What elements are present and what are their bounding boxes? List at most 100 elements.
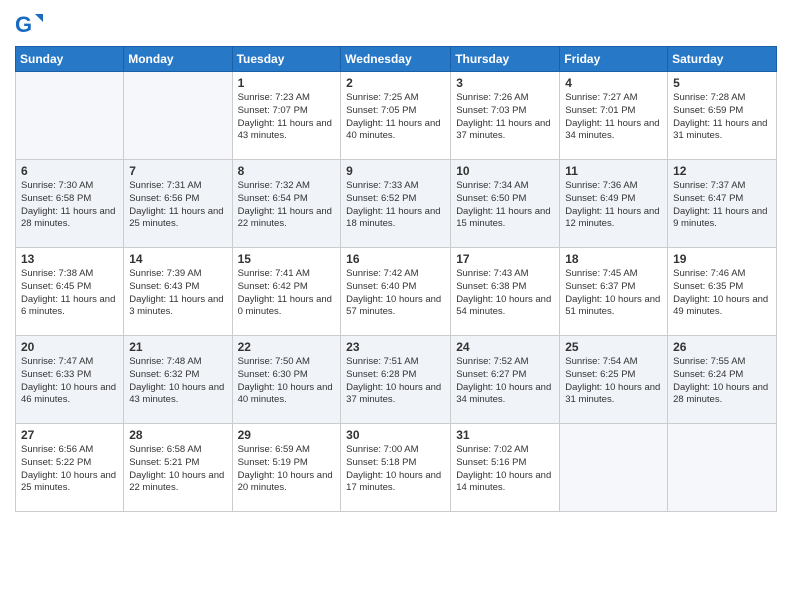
day-number: 4 bbox=[565, 76, 662, 90]
day-number: 28 bbox=[129, 428, 226, 442]
day-info: Sunrise: 7:36 AM Sunset: 6:49 PM Dayligh… bbox=[565, 180, 662, 231]
day-number: 27 bbox=[21, 428, 118, 442]
day-info: Sunrise: 6:56 AM Sunset: 5:22 PM Dayligh… bbox=[21, 444, 118, 495]
day-info: Sunrise: 6:58 AM Sunset: 5:21 PM Dayligh… bbox=[129, 444, 226, 495]
calendar-row-2: 6 Sunrise: 7:30 AM Sunset: 6:58 PM Daylig… bbox=[16, 160, 777, 248]
day-number: 21 bbox=[129, 340, 226, 354]
day-number: 5 bbox=[673, 76, 771, 90]
calendar-cell: 31 Sunrise: 7:02 AM Sunset: 5:16 PM Dayli… bbox=[451, 424, 560, 512]
day-info: Sunrise: 6:59 AM Sunset: 5:19 PM Dayligh… bbox=[238, 444, 336, 495]
calendar-cell: 11 Sunrise: 7:36 AM Sunset: 6:49 PM Dayli… bbox=[560, 160, 668, 248]
calendar-cell: 7 Sunrise: 7:31 AM Sunset: 6:56 PM Daylig… bbox=[124, 160, 232, 248]
calendar-row-3: 13 Sunrise: 7:38 AM Sunset: 6:45 PM Dayli… bbox=[16, 248, 777, 336]
day-number: 31 bbox=[456, 428, 554, 442]
calendar-cell: 9 Sunrise: 7:33 AM Sunset: 6:52 PM Daylig… bbox=[341, 160, 451, 248]
calendar-cell: 6 Sunrise: 7:30 AM Sunset: 6:58 PM Daylig… bbox=[16, 160, 124, 248]
calendar-cell: 16 Sunrise: 7:42 AM Sunset: 6:40 PM Dayli… bbox=[341, 248, 451, 336]
calendar-cell bbox=[668, 424, 777, 512]
weekday-header-sunday: Sunday bbox=[16, 47, 124, 72]
calendar-cell: 24Sunrise: 7:52 AM Sunset: 6:27 PM Dayli… bbox=[451, 336, 560, 424]
calendar-cell: 13 Sunrise: 7:38 AM Sunset: 6:45 PM Dayli… bbox=[16, 248, 124, 336]
day-number: 3 bbox=[456, 76, 554, 90]
day-number: 10 bbox=[456, 164, 554, 178]
weekday-header-wednesday: Wednesday bbox=[341, 47, 451, 72]
day-number: 22 bbox=[238, 340, 336, 354]
day-number: 16 bbox=[346, 252, 445, 266]
day-info: Sunrise: 7:54 AM Sunset: 6:25 PM Dayligh… bbox=[565, 356, 662, 407]
day-info: Sunrise: 7:38 AM Sunset: 6:45 PM Dayligh… bbox=[21, 268, 118, 319]
weekday-header-thursday: Thursday bbox=[451, 47, 560, 72]
calendar-cell: 14 Sunrise: 7:39 AM Sunset: 6:43 PM Dayli… bbox=[124, 248, 232, 336]
logo-icon: G bbox=[15, 10, 43, 38]
day-info: Sunrise: 7:39 AM Sunset: 6:43 PM Dayligh… bbox=[129, 268, 226, 319]
day-info: Sunrise: 7:02 AM Sunset: 5:16 PM Dayligh… bbox=[456, 444, 554, 495]
logo: G bbox=[15, 10, 47, 38]
calendar-cell: 17 Sunrise: 7:43 AM Sunset: 6:38 PM Dayli… bbox=[451, 248, 560, 336]
calendar-cell: 30 Sunrise: 7:00 AM Sunset: 5:18 PM Dayli… bbox=[341, 424, 451, 512]
day-info: Sunrise: 7:52 AM Sunset: 6:27 PM Dayligh… bbox=[456, 356, 554, 407]
weekday-header-row: SundayMondayTuesdayWednesdayThursdayFrid… bbox=[16, 47, 777, 72]
weekday-header-tuesday: Tuesday bbox=[232, 47, 341, 72]
day-info: Sunrise: 7:00 AM Sunset: 5:18 PM Dayligh… bbox=[346, 444, 445, 495]
day-info: Sunrise: 7:27 AM Sunset: 7:01 PM Dayligh… bbox=[565, 92, 662, 143]
day-info: Sunrise: 7:34 AM Sunset: 6:50 PM Dayligh… bbox=[456, 180, 554, 231]
day-number: 20 bbox=[21, 340, 118, 354]
weekday-header-friday: Friday bbox=[560, 47, 668, 72]
day-number: 19 bbox=[673, 252, 771, 266]
calendar-cell: 23Sunrise: 7:51 AM Sunset: 6:28 PM Dayli… bbox=[341, 336, 451, 424]
calendar-cell: 27 Sunrise: 6:56 AM Sunset: 5:22 PM Dayli… bbox=[16, 424, 124, 512]
calendar-cell: 29 Sunrise: 6:59 AM Sunset: 5:19 PM Dayli… bbox=[232, 424, 341, 512]
day-info: Sunrise: 7:28 AM Sunset: 6:59 PM Dayligh… bbox=[673, 92, 771, 143]
calendar-cell: 28 Sunrise: 6:58 AM Sunset: 5:21 PM Dayli… bbox=[124, 424, 232, 512]
calendar-cell: 8Sunrise: 7:32 AM Sunset: 6:54 PM Daylig… bbox=[232, 160, 341, 248]
day-info: Sunrise: 7:43 AM Sunset: 6:38 PM Dayligh… bbox=[456, 268, 554, 319]
calendar-cell: 19 Sunrise: 7:46 AM Sunset: 6:35 PM Dayli… bbox=[668, 248, 777, 336]
day-number: 6 bbox=[21, 164, 118, 178]
calendar-cell: 18 Sunrise: 7:45 AM Sunset: 6:37 PM Dayli… bbox=[560, 248, 668, 336]
day-number: 1 bbox=[238, 76, 336, 90]
day-number: 23 bbox=[346, 340, 445, 354]
day-number: 11 bbox=[565, 164, 662, 178]
calendar: SundayMondayTuesdayWednesdayThursdayFrid… bbox=[15, 46, 777, 512]
day-number: 9 bbox=[346, 164, 445, 178]
calendar-cell: 5 Sunrise: 7:28 AM Sunset: 6:59 PM Daylig… bbox=[668, 72, 777, 160]
day-number: 7 bbox=[129, 164, 226, 178]
calendar-row-1: 1 Sunrise: 7:23 AM Sunset: 7:07 PM Daylig… bbox=[16, 72, 777, 160]
calendar-cell: 15Sunrise: 7:41 AM Sunset: 6:42 PM Dayli… bbox=[232, 248, 341, 336]
calendar-cell: 25Sunrise: 7:54 AM Sunset: 6:25 PM Dayli… bbox=[560, 336, 668, 424]
calendar-cell: 4 Sunrise: 7:27 AM Sunset: 7:01 PM Daylig… bbox=[560, 72, 668, 160]
day-info: Sunrise: 7:23 AM Sunset: 7:07 PM Dayligh… bbox=[238, 92, 336, 143]
day-info: Sunrise: 7:42 AM Sunset: 6:40 PM Dayligh… bbox=[346, 268, 445, 319]
day-info: Sunrise: 7:33 AM Sunset: 6:52 PM Dayligh… bbox=[346, 180, 445, 231]
day-number: 13 bbox=[21, 252, 118, 266]
day-number: 17 bbox=[456, 252, 554, 266]
day-number: 12 bbox=[673, 164, 771, 178]
calendar-cell bbox=[560, 424, 668, 512]
day-number: 2 bbox=[346, 76, 445, 90]
day-info: Sunrise: 7:47 AM Sunset: 6:33 PM Dayligh… bbox=[21, 356, 118, 407]
day-number: 29 bbox=[238, 428, 336, 442]
calendar-cell: 12 Sunrise: 7:37 AM Sunset: 6:47 PM Dayli… bbox=[668, 160, 777, 248]
day-number: 30 bbox=[346, 428, 445, 442]
day-info: Sunrise: 7:37 AM Sunset: 6:47 PM Dayligh… bbox=[673, 180, 771, 231]
day-info: Sunrise: 7:46 AM Sunset: 6:35 PM Dayligh… bbox=[673, 268, 771, 319]
calendar-cell: 3Sunrise: 7:26 AM Sunset: 7:03 PM Daylig… bbox=[451, 72, 560, 160]
calendar-cell: 1 Sunrise: 7:23 AM Sunset: 7:07 PM Daylig… bbox=[232, 72, 341, 160]
calendar-cell: 22 Sunrise: 7:50 AM Sunset: 6:30 PM Dayli… bbox=[232, 336, 341, 424]
day-number: 14 bbox=[129, 252, 226, 266]
day-info: Sunrise: 7:31 AM Sunset: 6:56 PM Dayligh… bbox=[129, 180, 226, 231]
day-number: 18 bbox=[565, 252, 662, 266]
day-info: Sunrise: 7:50 AM Sunset: 6:30 PM Dayligh… bbox=[238, 356, 336, 407]
day-info: Sunrise: 7:45 AM Sunset: 6:37 PM Dayligh… bbox=[565, 268, 662, 319]
day-info: Sunrise: 7:41 AM Sunset: 6:42 PM Dayligh… bbox=[238, 268, 336, 319]
weekday-header-monday: Monday bbox=[124, 47, 232, 72]
calendar-row-4: 20 Sunrise: 7:47 AM Sunset: 6:33 PM Dayli… bbox=[16, 336, 777, 424]
calendar-cell: 2 Sunrise: 7:25 AM Sunset: 7:05 PM Daylig… bbox=[341, 72, 451, 160]
day-info: Sunrise: 7:32 AM Sunset: 6:54 PM Dayligh… bbox=[238, 180, 336, 231]
day-info: Sunrise: 7:55 AM Sunset: 6:24 PM Dayligh… bbox=[673, 356, 771, 407]
day-info: Sunrise: 7:30 AM Sunset: 6:58 PM Dayligh… bbox=[21, 180, 118, 231]
day-info: Sunrise: 7:25 AM Sunset: 7:05 PM Dayligh… bbox=[346, 92, 445, 143]
calendar-cell: 21 Sunrise: 7:48 AM Sunset: 6:32 PM Dayli… bbox=[124, 336, 232, 424]
day-info: Sunrise: 7:48 AM Sunset: 6:32 PM Dayligh… bbox=[129, 356, 226, 407]
calendar-cell: 26Sunrise: 7:55 AM Sunset: 6:24 PM Dayli… bbox=[668, 336, 777, 424]
